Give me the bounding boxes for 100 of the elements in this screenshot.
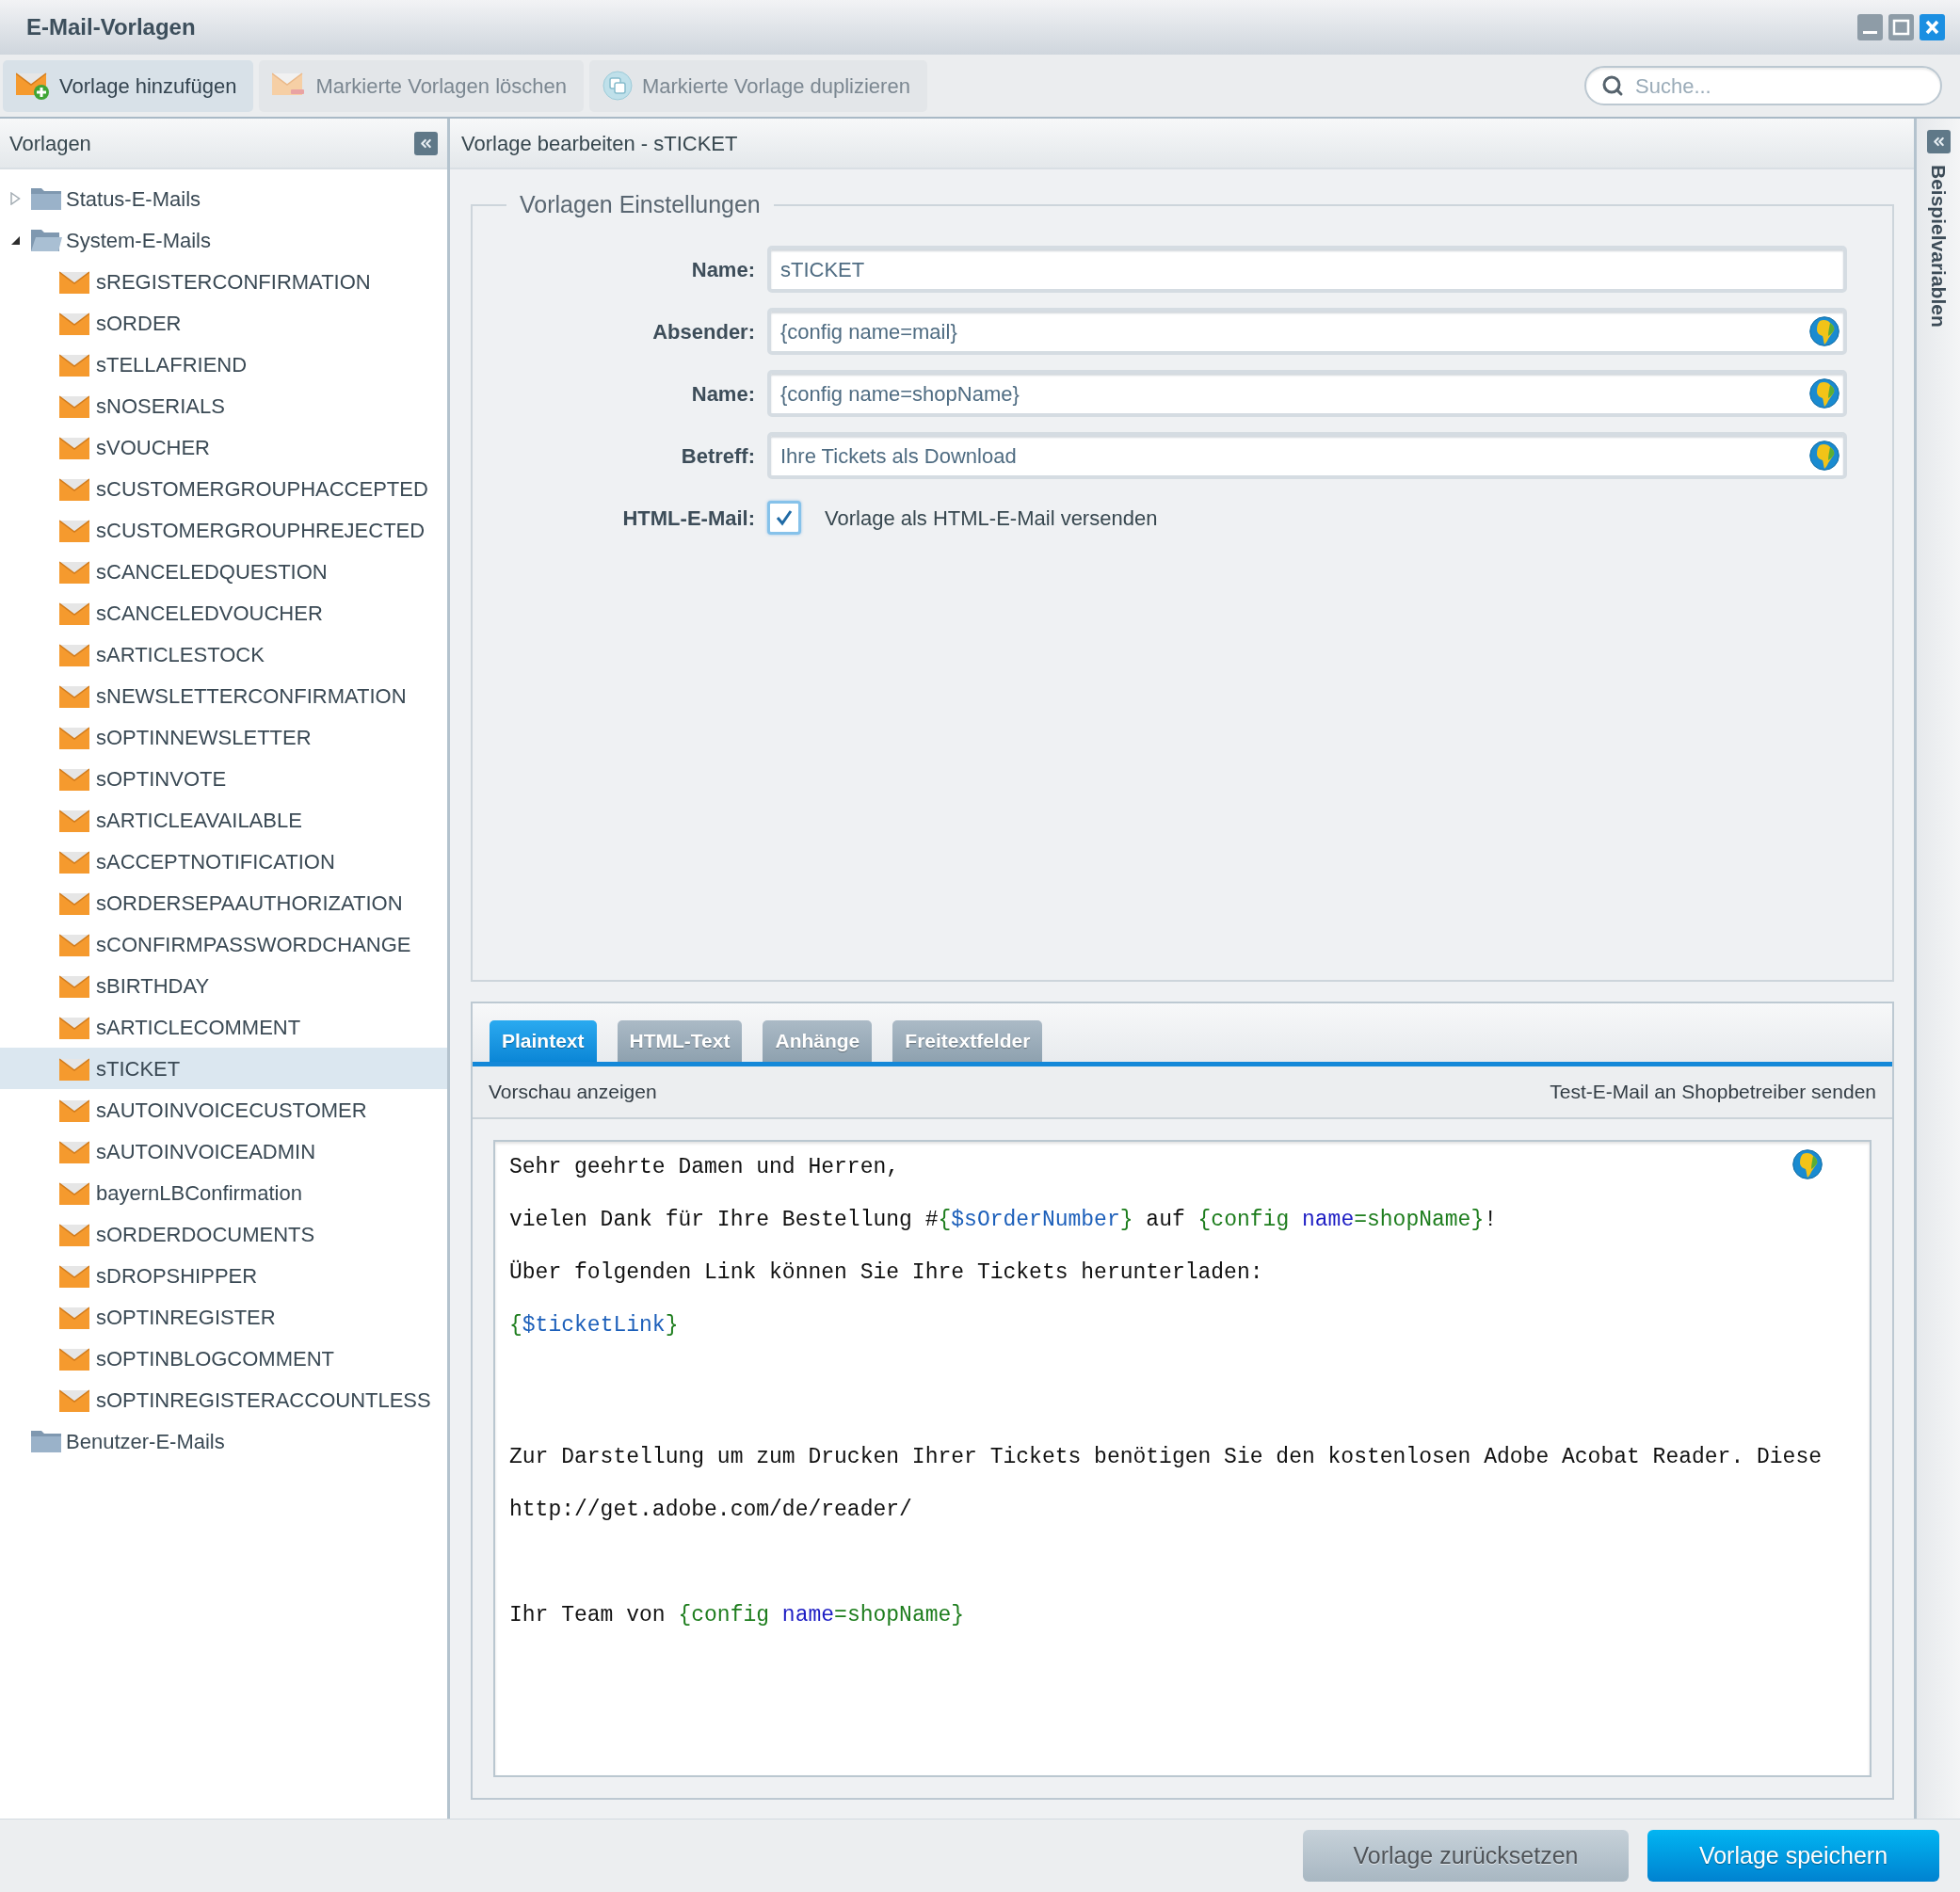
tree-item[interactable]: sORDERDOCUMENTS: [0, 1213, 447, 1255]
tree-folder[interactable]: System-E-Mails: [30, 224, 211, 256]
tree-item[interactable]: sCANCELEDQUESTION: [0, 551, 447, 592]
tree-item[interactable]: sCANCELEDVOUCHER: [0, 592, 447, 633]
envelope-icon: [59, 1180, 89, 1205]
tree-item[interactable]: sARTICLECOMMENT: [0, 1006, 447, 1048]
envelope-icon: [59, 1222, 89, 1246]
tree-folder[interactable]: Benutzer-E-Mails: [30, 1425, 225, 1457]
field-label: Absender:: [652, 318, 755, 345]
envelope-icon: [59, 1387, 89, 1412]
minimize-icon[interactable]: [1857, 14, 1883, 40]
tree-item[interactable]: sAUTOINVOICEADMIN: [0, 1130, 447, 1172]
envelope-icon: [59, 973, 89, 998]
envelope-icon: [59, 890, 89, 915]
tree-item[interactable]: sOPTINREGISTERACCOUNTLESS: [0, 1379, 447, 1420]
tree-item[interactable]: sTICKET: [0, 1048, 447, 1089]
maximize-icon[interactable]: [1888, 14, 1914, 40]
input-field[interactable]: {config name=shopName}: [767, 370, 1847, 417]
envelope-icon: [59, 849, 89, 874]
tree-folder[interactable]: Status-E-Mails: [30, 183, 201, 215]
tree-item[interactable]: bayernLBConfirmation: [0, 1172, 447, 1213]
envelope-icon: [59, 932, 89, 956]
code-line: vielen Dank für Ihre Bestellung #{$sOrderNumber} auf {config name=shopName}!: [509, 1207, 1498, 1233]
duplicate-icon: [602, 71, 633, 101]
field-label: HTML-E-Mail:: [622, 505, 755, 532]
side-panel-title: Beispielvariablen: [1926, 165, 1951, 328]
close-icon[interactable]: [1920, 14, 1945, 40]
envelope-icon: [59, 725, 89, 749]
add-template-button[interactable]: Vorlage hinzufügen: [3, 59, 254, 112]
field-label: Name:: [691, 256, 755, 283]
envelope-icon: [59, 1098, 89, 1122]
tree-item[interactable]: sCONFIRMPASSWORDCHANGE: [0, 923, 447, 965]
globe-icon[interactable]: [1809, 378, 1840, 409]
envelope-icon: [59, 766, 89, 791]
tree-item[interactable]: sARTICLESTOCK: [0, 633, 447, 675]
envelope-icon: [59, 1305, 89, 1329]
tree-item[interactable]: sARTICLEAVAILABLE: [0, 799, 447, 841]
globe-icon[interactable]: [1809, 316, 1840, 346]
field-label: Name:: [691, 380, 755, 408]
check-icon: [775, 508, 794, 527]
envelope-icon: [59, 559, 89, 584]
code-line: Zur Darstellung um zum Drucken Ihrer Tickets benötigen Sie den kostenlosen Adobe Acobat Reader. Diese: [509, 1444, 1823, 1470]
editor-title: Vorlage bearbeiten - sTICKET: [461, 130, 738, 157]
tree-item[interactable]: sOPTINREGISTER: [0, 1296, 447, 1338]
tree-item[interactable]: sOPTINNEWSLETTER: [0, 716, 447, 758]
tree-item[interactable]: sORDERSEPAAUTHORIZATION: [0, 882, 447, 923]
envelope-icon: [59, 435, 89, 459]
field-label: Betreff:: [681, 442, 755, 470]
envelope-icon: [59, 1056, 89, 1081]
tree-item[interactable]: sORDER: [0, 302, 447, 344]
tree-item[interactable]: sVOUCHER: [0, 426, 447, 468]
code-line: Über folgenden Link können Sie Ihre Tickets herunterladen:: [509, 1259, 1263, 1286]
tree-item[interactable]: sOPTINVOTE: [0, 758, 447, 799]
envelope-icon: [59, 269, 89, 294]
envelope-icon: [59, 642, 89, 666]
caret-right-icon[interactable]: [9, 192, 21, 205]
globe-icon[interactable]: [1809, 441, 1840, 471]
test-mail-button[interactable]: Test-E-Mail an Shopbetreiber senden: [1550, 1077, 1876, 1107]
envelope-icon: [59, 808, 89, 832]
tree-item[interactable]: sCUSTOMERGROUPHREJECTED: [0, 509, 447, 551]
envelope-icon: [59, 393, 89, 418]
envelope-icon: [59, 518, 89, 542]
tree-item[interactable]: sDROPSHIPPER: [0, 1255, 447, 1296]
envelope-icon: [59, 476, 89, 501]
tree-item[interactable]: sREGISTERCONFIRMATION: [0, 261, 447, 302]
code-editor[interactable]: [493, 1140, 1872, 1777]
envelope-icon: [59, 1346, 89, 1371]
tree-item[interactable]: sTELLAFRIEND: [0, 344, 447, 385]
envelope-icon: [59, 683, 89, 708]
checkbox-label: Vorlage als HTML-E-Mail versenden: [825, 505, 1158, 532]
tree-item[interactable]: sAUTOINVOICECUSTOMER: [0, 1089, 447, 1130]
tree-item[interactable]: sNOSERIALS: [0, 385, 447, 426]
reset-button[interactable]: Vorlage zurücksetzen: [1303, 1830, 1629, 1882]
input-field[interactable]: sTICKET: [767, 246, 1847, 293]
envelope-icon: [59, 601, 89, 625]
window-title: E-Mail-Vorlagen: [26, 13, 196, 41]
envelope-icon: [59, 352, 89, 377]
tree-item[interactable]: sOPTINBLOGCOMMENT: [0, 1338, 447, 1379]
tree-item[interactable]: sCUSTOMERGROUPHACCEPTED: [0, 468, 447, 509]
preview-button[interactable]: Vorschau anzeigen: [489, 1077, 657, 1107]
collapse-button[interactable]: [414, 131, 438, 155]
input-field[interactable]: {config name=mail}: [767, 308, 1847, 355]
globe-icon[interactable]: [1792, 1149, 1823, 1179]
code-line: Sehr geehrte Damen und Herren,: [509, 1154, 900, 1180]
input-field[interactable]: Ihre Tickets als Download: [767, 432, 1847, 479]
code-line: Ihr Team von {config name=shopName}: [509, 1602, 965, 1628]
search-icon: [1601, 74, 1624, 97]
envelope-icon: [59, 1263, 89, 1288]
tree-item[interactable]: sBIRTHDAY: [0, 965, 447, 1006]
tree-item[interactable]: sNEWSLETTERCONFIRMATION: [0, 675, 447, 716]
envelope-icon: [59, 1139, 89, 1163]
checkbox[interactable]: [767, 501, 801, 535]
tree-item[interactable]: sACCEPTNOTIFICATION: [0, 841, 447, 882]
code-line: {$ticketLink}: [509, 1312, 679, 1339]
envelope-icon: [59, 311, 89, 335]
code-line: http://get.adobe.com/de/reader/: [509, 1497, 912, 1523]
expand-button[interactable]: [1926, 130, 1951, 153]
envelope-plus-icon: [16, 71, 50, 101]
sidebar-title: Vorlagen: [9, 130, 91, 157]
envelope-icon: [59, 1015, 89, 1039]
